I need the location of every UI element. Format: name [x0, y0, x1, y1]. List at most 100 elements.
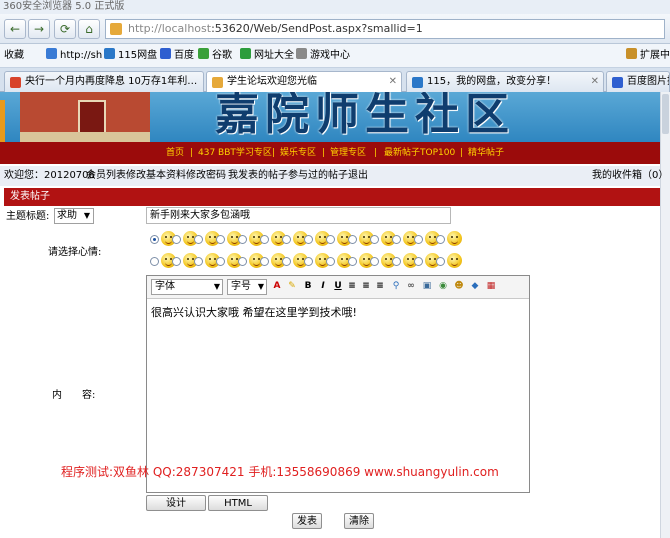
- align-right-icon[interactable]: ≡: [374, 280, 386, 293]
- menu-featured[interactable]: 精华帖子: [468, 142, 504, 164]
- mood-option[interactable]: [172, 252, 198, 270]
- font-color-icon[interactable]: A: [271, 280, 283, 293]
- mood-option[interactable]: [326, 252, 352, 270]
- mood-option[interactable]: [238, 252, 264, 270]
- mood-option[interactable]: [436, 252, 462, 270]
- tab-active[interactable]: 学生论坛欢迎您光临 ✕: [206, 71, 402, 93]
- mood-option[interactable]: [172, 230, 198, 248]
- font-size-select[interactable]: 字号 ▼: [227, 279, 267, 295]
- mood-radio[interactable]: [370, 235, 379, 244]
- editor-content[interactable]: 很高兴认识大家哦 希望在这里学到技术哦!: [151, 304, 357, 320]
- close-tab-icon[interactable]: ✕: [389, 72, 397, 92]
- mood-radio[interactable]: [194, 235, 203, 244]
- forward-button[interactable]: →: [28, 19, 50, 39]
- link-joined-posts[interactable]: 参与过的帖子: [288, 166, 348, 186]
- address-bar[interactable]: http://localhost:53620/Web/SendPost.aspx…: [105, 19, 665, 39]
- design-mode-button[interactable]: 设计: [146, 495, 206, 511]
- mood-option[interactable]: [260, 252, 286, 270]
- link-change-password[interactable]: 修改密码: [186, 166, 226, 186]
- mood-radio[interactable]: [326, 257, 335, 266]
- table-icon[interactable]: ▦: [485, 280, 497, 293]
- mood-radio[interactable]: [150, 257, 159, 266]
- mood-radio[interactable]: [326, 235, 335, 244]
- media-icon[interactable]: ◆: [469, 280, 481, 293]
- mood-radio[interactable]: [392, 257, 401, 266]
- favorite-link[interactable]: 游戏中心: [296, 44, 350, 67]
- emoticon-icon[interactable]: ☻: [453, 280, 465, 293]
- mood-option[interactable]: [260, 230, 286, 248]
- menu-study[interactable]: 437 BBT学习专区: [198, 142, 272, 164]
- mood-option[interactable]: [238, 230, 264, 248]
- tab[interactable]: 115，我的网盘，改变分享！ ✕: [406, 71, 604, 92]
- scrollbar-thumb[interactable]: [662, 94, 669, 134]
- mood-radio[interactable]: [282, 235, 291, 244]
- mood-option[interactable]: [348, 230, 374, 248]
- mood-radio[interactable]: [370, 257, 379, 266]
- favorite-link[interactable]: 115网盘: [104, 44, 157, 67]
- subject-type-select[interactable]: 求助 ▼: [54, 208, 94, 224]
- mood-option[interactable]: [370, 252, 396, 270]
- align-center-icon[interactable]: ≡: [360, 280, 372, 293]
- home-button[interactable]: ⌂: [78, 19, 100, 39]
- menu-home[interactable]: 首页: [166, 142, 184, 164]
- tab[interactable]: 百度图片搜: [606, 71, 670, 92]
- mood-option[interactable]: [282, 252, 308, 270]
- mood-option[interactable]: [216, 230, 242, 248]
- mood-radio[interactable]: [238, 235, 247, 244]
- refresh-button[interactable]: ⟳: [54, 19, 76, 39]
- favorite-link[interactable]: http://sh: [46, 44, 102, 67]
- favorite-link[interactable]: 谷歌: [198, 44, 232, 67]
- mood-radio[interactable]: [260, 257, 269, 266]
- mood-radio[interactable]: [260, 235, 269, 244]
- favorites-menu[interactable]: 收藏: [4, 44, 24, 67]
- bold-icon[interactable]: B: [302, 280, 314, 293]
- flash-icon[interactable]: ◉: [437, 280, 449, 293]
- link-members[interactable]: 会员列表: [86, 166, 126, 186]
- mood-radio[interactable]: [216, 235, 225, 244]
- mood-radio[interactable]: [216, 257, 225, 266]
- mood-option[interactable]: [392, 230, 418, 248]
- extensions-menu[interactable]: 扩展中: [626, 44, 670, 67]
- mood-option[interactable]: [326, 230, 352, 248]
- font-family-select[interactable]: 字体 ▼: [151, 279, 223, 295]
- mood-option[interactable]: [370, 230, 396, 248]
- mood-radio[interactable]: [436, 235, 445, 244]
- mood-option[interactable]: [194, 230, 220, 248]
- mood-radio[interactable]: [282, 257, 291, 266]
- menu-entertainment[interactable]: 娱乐专区: [280, 142, 316, 164]
- html-mode-button[interactable]: HTML: [208, 495, 268, 511]
- underline-icon[interactable]: U: [332, 280, 344, 293]
- back-button[interactable]: ←: [4, 19, 26, 39]
- mood-radio[interactable]: [172, 257, 181, 266]
- mood-radio[interactable]: [304, 235, 313, 244]
- mood-radio[interactable]: [304, 257, 313, 266]
- link-my-posts[interactable]: 我发表的帖子: [228, 166, 288, 186]
- link-edit-profile[interactable]: 修改基本资料: [126, 166, 186, 186]
- mood-option[interactable]: [414, 252, 440, 270]
- mood-radio[interactable]: [194, 257, 203, 266]
- close-tab-icon[interactable]: ✕: [591, 72, 599, 92]
- mood-radio[interactable]: [348, 257, 357, 266]
- submit-button[interactable]: 发表: [292, 513, 322, 529]
- mood-option[interactable]: [348, 252, 374, 270]
- page-scrollbar[interactable]: [660, 92, 670, 538]
- favorite-link[interactable]: 百度: [160, 44, 194, 67]
- mood-option[interactable]: [414, 230, 440, 248]
- find-icon[interactable]: ⚲: [390, 280, 402, 293]
- mood-option[interactable]: [150, 252, 176, 270]
- mood-option[interactable]: [282, 230, 308, 248]
- menu-admin[interactable]: 管理专区: [330, 142, 366, 164]
- mood-option[interactable]: [150, 230, 176, 248]
- mood-radio[interactable]: [238, 257, 247, 266]
- clear-button[interactable]: 清除: [344, 513, 374, 529]
- menu-latest[interactable]: 最新帖子TOP100: [384, 142, 455, 164]
- rich-text-editor[interactable]: 字体 ▼ 字号 ▼ A ✎ B I U ≡ ≡ ≡ ⚲ ∞ ▣ ◉ ☻ ◆ ▦ 很高…: [146, 275, 530, 493]
- link-icon[interactable]: ∞: [405, 280, 417, 293]
- favorite-link[interactable]: 网址大全: [240, 44, 294, 67]
- inbox-link[interactable]: 我的收件箱（0）: [592, 166, 668, 186]
- mood-option[interactable]: [436, 230, 462, 248]
- mood-radio[interactable]: [414, 235, 423, 244]
- mood-radio[interactable]: [414, 257, 423, 266]
- mood-radio[interactable]: [172, 235, 181, 244]
- mood-radio[interactable]: [150, 235, 159, 244]
